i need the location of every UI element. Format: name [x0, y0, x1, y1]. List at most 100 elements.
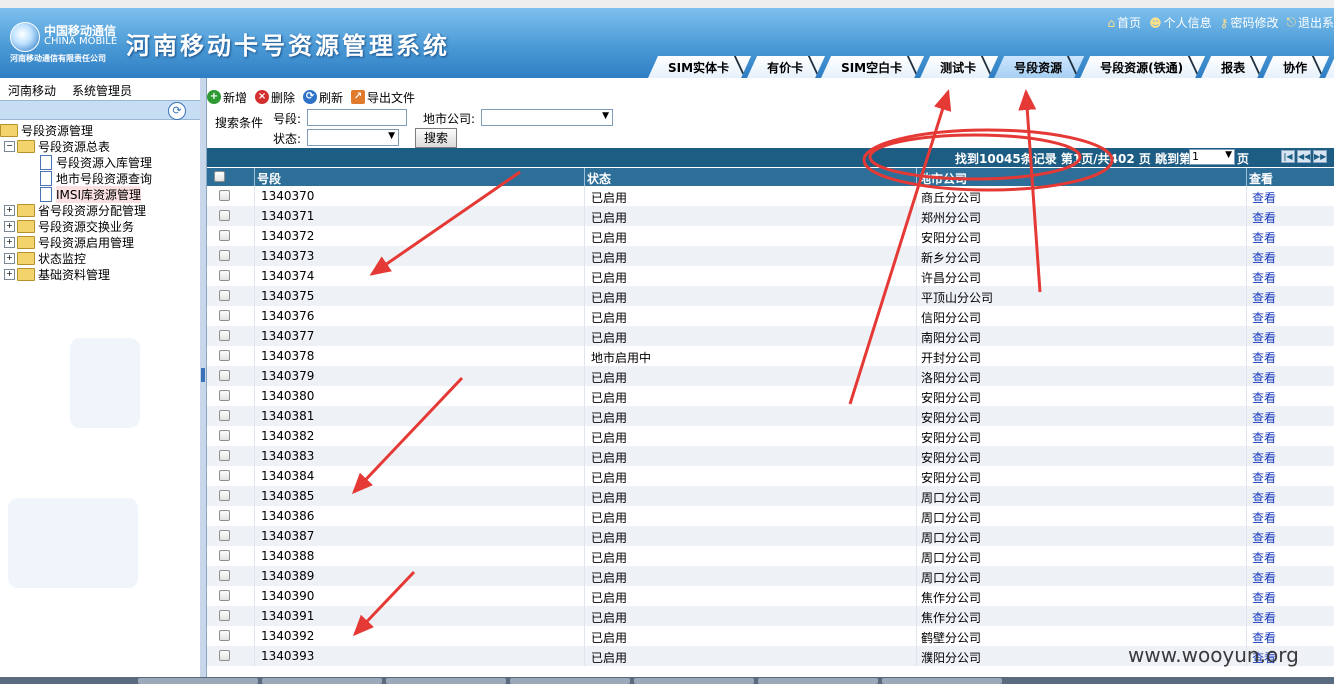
- row-checkbox[interactable]: [219, 290, 230, 301]
- row-checkbox[interactable]: [219, 270, 230, 281]
- tab-number-segment-tietong[interactable]: 号段资源(铁通): [1080, 56, 1205, 78]
- view-link[interactable]: 查看: [1252, 489, 1276, 506]
- view-link[interactable]: 查看: [1252, 189, 1276, 206]
- taskbar-item[interactable]: [138, 678, 258, 684]
- view-link[interactable]: 查看: [1252, 449, 1276, 466]
- table-row[interactable]: 1340377 已启用 南阳分公司 查看: [207, 326, 1334, 346]
- tab-reports[interactable]: 报表: [1201, 56, 1267, 78]
- col-header-segment[interactable]: 号段: [257, 170, 281, 187]
- tab-test-card[interactable]: 测试卡: [920, 56, 998, 78]
- row-checkbox[interactable]: [219, 530, 230, 541]
- row-checkbox[interactable]: [219, 590, 230, 601]
- view-link[interactable]: 查看: [1252, 249, 1276, 266]
- row-checkbox[interactable]: [219, 570, 230, 581]
- table-row[interactable]: 1340382 已启用 安阳分公司 查看: [207, 426, 1334, 446]
- page-select[interactable]: 1 ▼: [1189, 149, 1235, 165]
- taskbar-item[interactable]: [758, 678, 878, 684]
- view-link[interactable]: 查看: [1252, 229, 1276, 246]
- view-link[interactable]: 查看: [1252, 309, 1276, 326]
- tree-item-segment-inbound[interactable]: 号段资源入库管理: [40, 154, 152, 170]
- expand-icon[interactable]: +: [4, 236, 15, 248]
- table-row[interactable]: 1340372 已启用 安阳分公司 查看: [207, 226, 1334, 246]
- view-link[interactable]: 查看: [1252, 589, 1276, 606]
- status-select[interactable]: ▼: [307, 129, 399, 146]
- row-checkbox[interactable]: [219, 330, 230, 341]
- table-row[interactable]: 1340380 已启用 安阳分公司 查看: [207, 386, 1334, 406]
- table-row[interactable]: 1340385 已启用 周口分公司 查看: [207, 486, 1334, 506]
- table-row[interactable]: 1340383 已启用 安阳分公司 查看: [207, 446, 1334, 466]
- row-checkbox[interactable]: [219, 350, 230, 361]
- view-link[interactable]: 查看: [1252, 409, 1276, 426]
- table-row[interactable]: 1340370 已启用 商丘分公司 查看: [207, 186, 1334, 206]
- table-row[interactable]: 1340381 已启用 安阳分公司 查看: [207, 406, 1334, 426]
- collapse-icon[interactable]: −: [4, 140, 15, 152]
- tree-item-base-data[interactable]: + 基础资料管理: [4, 266, 110, 282]
- expand-icon[interactable]: +: [4, 268, 15, 280]
- segment-input[interactable]: [307, 109, 407, 126]
- tree-item-segment-master[interactable]: − 号段资源总表: [4, 138, 110, 154]
- row-checkbox[interactable]: [219, 650, 230, 661]
- logout-link[interactable]: ⎋ 退出系: [1286, 14, 1334, 31]
- table-row[interactable]: 1340376 已启用 信阳分公司 查看: [207, 306, 1334, 326]
- refresh-button[interactable]: ⟳ 刷新: [303, 89, 343, 106]
- add-button[interactable]: + 新增: [207, 89, 247, 106]
- table-row[interactable]: 1340375 已启用 平顶山分公司 查看: [207, 286, 1334, 306]
- col-header-status[interactable]: 状态: [587, 170, 611, 187]
- row-checkbox[interactable]: [219, 370, 230, 381]
- tree-item-segment-activation[interactable]: + 号段资源启用管理: [4, 234, 134, 250]
- table-row[interactable]: 1340384 已启用 安阳分公司 查看: [207, 466, 1334, 486]
- tab-sim-card[interactable]: SIM实体卡: [648, 56, 751, 78]
- tree-item-status-monitor[interactable]: + 状态监控: [4, 250, 86, 266]
- next-page-icon[interactable]: ▶▶: [1313, 150, 1327, 163]
- export-button[interactable]: ↗ 导出文件: [351, 89, 415, 106]
- row-checkbox[interactable]: [219, 430, 230, 441]
- view-link[interactable]: 查看: [1252, 349, 1276, 366]
- row-checkbox[interactable]: [219, 210, 230, 221]
- row-checkbox[interactable]: [219, 310, 230, 321]
- row-checkbox[interactable]: [219, 610, 230, 621]
- view-link[interactable]: 查看: [1252, 549, 1276, 566]
- taskbar-item[interactable]: [262, 678, 382, 684]
- row-checkbox[interactable]: [219, 550, 230, 561]
- view-link[interactable]: 查看: [1252, 429, 1276, 446]
- row-checkbox[interactable]: [219, 250, 230, 261]
- tab-number-segment[interactable]: 号段资源: [994, 56, 1084, 78]
- row-checkbox[interactable]: [219, 190, 230, 201]
- taskbar-item[interactable]: [634, 678, 754, 684]
- tab-value-card[interactable]: 有价卡: [747, 56, 825, 78]
- prev-page-icon[interactable]: ◀◀: [1297, 150, 1311, 163]
- view-link[interactable]: 查看: [1252, 329, 1276, 346]
- row-checkbox[interactable]: [219, 230, 230, 241]
- tree-item-province-allocation[interactable]: + 省号段资源分配管理: [4, 202, 146, 218]
- row-checkbox[interactable]: [219, 630, 230, 641]
- expand-icon[interactable]: +: [4, 252, 15, 264]
- tab-collaboration[interactable]: 协作: [1263, 56, 1329, 78]
- select-all-checkbox[interactable]: [214, 171, 225, 182]
- col-header-city[interactable]: 地市公司: [919, 170, 967, 187]
- table-row[interactable]: 1340379 已启用 洛阳分公司 查看: [207, 366, 1334, 386]
- table-row[interactable]: 1340388 已启用 周口分公司 查看: [207, 546, 1334, 566]
- tree-item-imsi-mgmt[interactable]: IMSI库资源管理: [40, 185, 142, 203]
- table-row[interactable]: 1340371 已启用 郑州分公司 查看: [207, 206, 1334, 226]
- row-checkbox[interactable]: [219, 510, 230, 521]
- expand-icon[interactable]: +: [4, 220, 15, 232]
- delete-button[interactable]: × 删除: [255, 89, 295, 106]
- table-row[interactable]: 1340386 已启用 周口分公司 查看: [207, 506, 1334, 526]
- view-link[interactable]: 查看: [1252, 389, 1276, 406]
- table-row[interactable]: 1340374 已启用 许昌分公司 查看: [207, 266, 1334, 286]
- panel-splitter[interactable]: [200, 78, 207, 677]
- table-row[interactable]: 1340373 已启用 新乡分公司 查看: [207, 246, 1334, 266]
- table-row[interactable]: 1340390 已启用 焦作分公司 查看: [207, 586, 1334, 606]
- table-row[interactable]: 1340391 已启用 焦作分公司 查看: [207, 606, 1334, 626]
- row-checkbox[interactable]: [219, 470, 230, 481]
- row-checkbox[interactable]: [219, 450, 230, 461]
- view-link[interactable]: 查看: [1252, 529, 1276, 546]
- view-link[interactable]: 查看: [1252, 469, 1276, 486]
- taskbar-item[interactable]: [386, 678, 506, 684]
- tree-item-segment-mgmt[interactable]: 号段资源管理: [0, 122, 93, 138]
- profile-link[interactable]: ☻ 个人信息: [1149, 14, 1212, 31]
- home-link[interactable]: ⌂ 首页: [1108, 14, 1142, 31]
- table-row[interactable]: 1340378 地市启用中 开封分公司 查看: [207, 346, 1334, 366]
- view-link[interactable]: 查看: [1252, 289, 1276, 306]
- view-link[interactable]: 查看: [1252, 209, 1276, 226]
